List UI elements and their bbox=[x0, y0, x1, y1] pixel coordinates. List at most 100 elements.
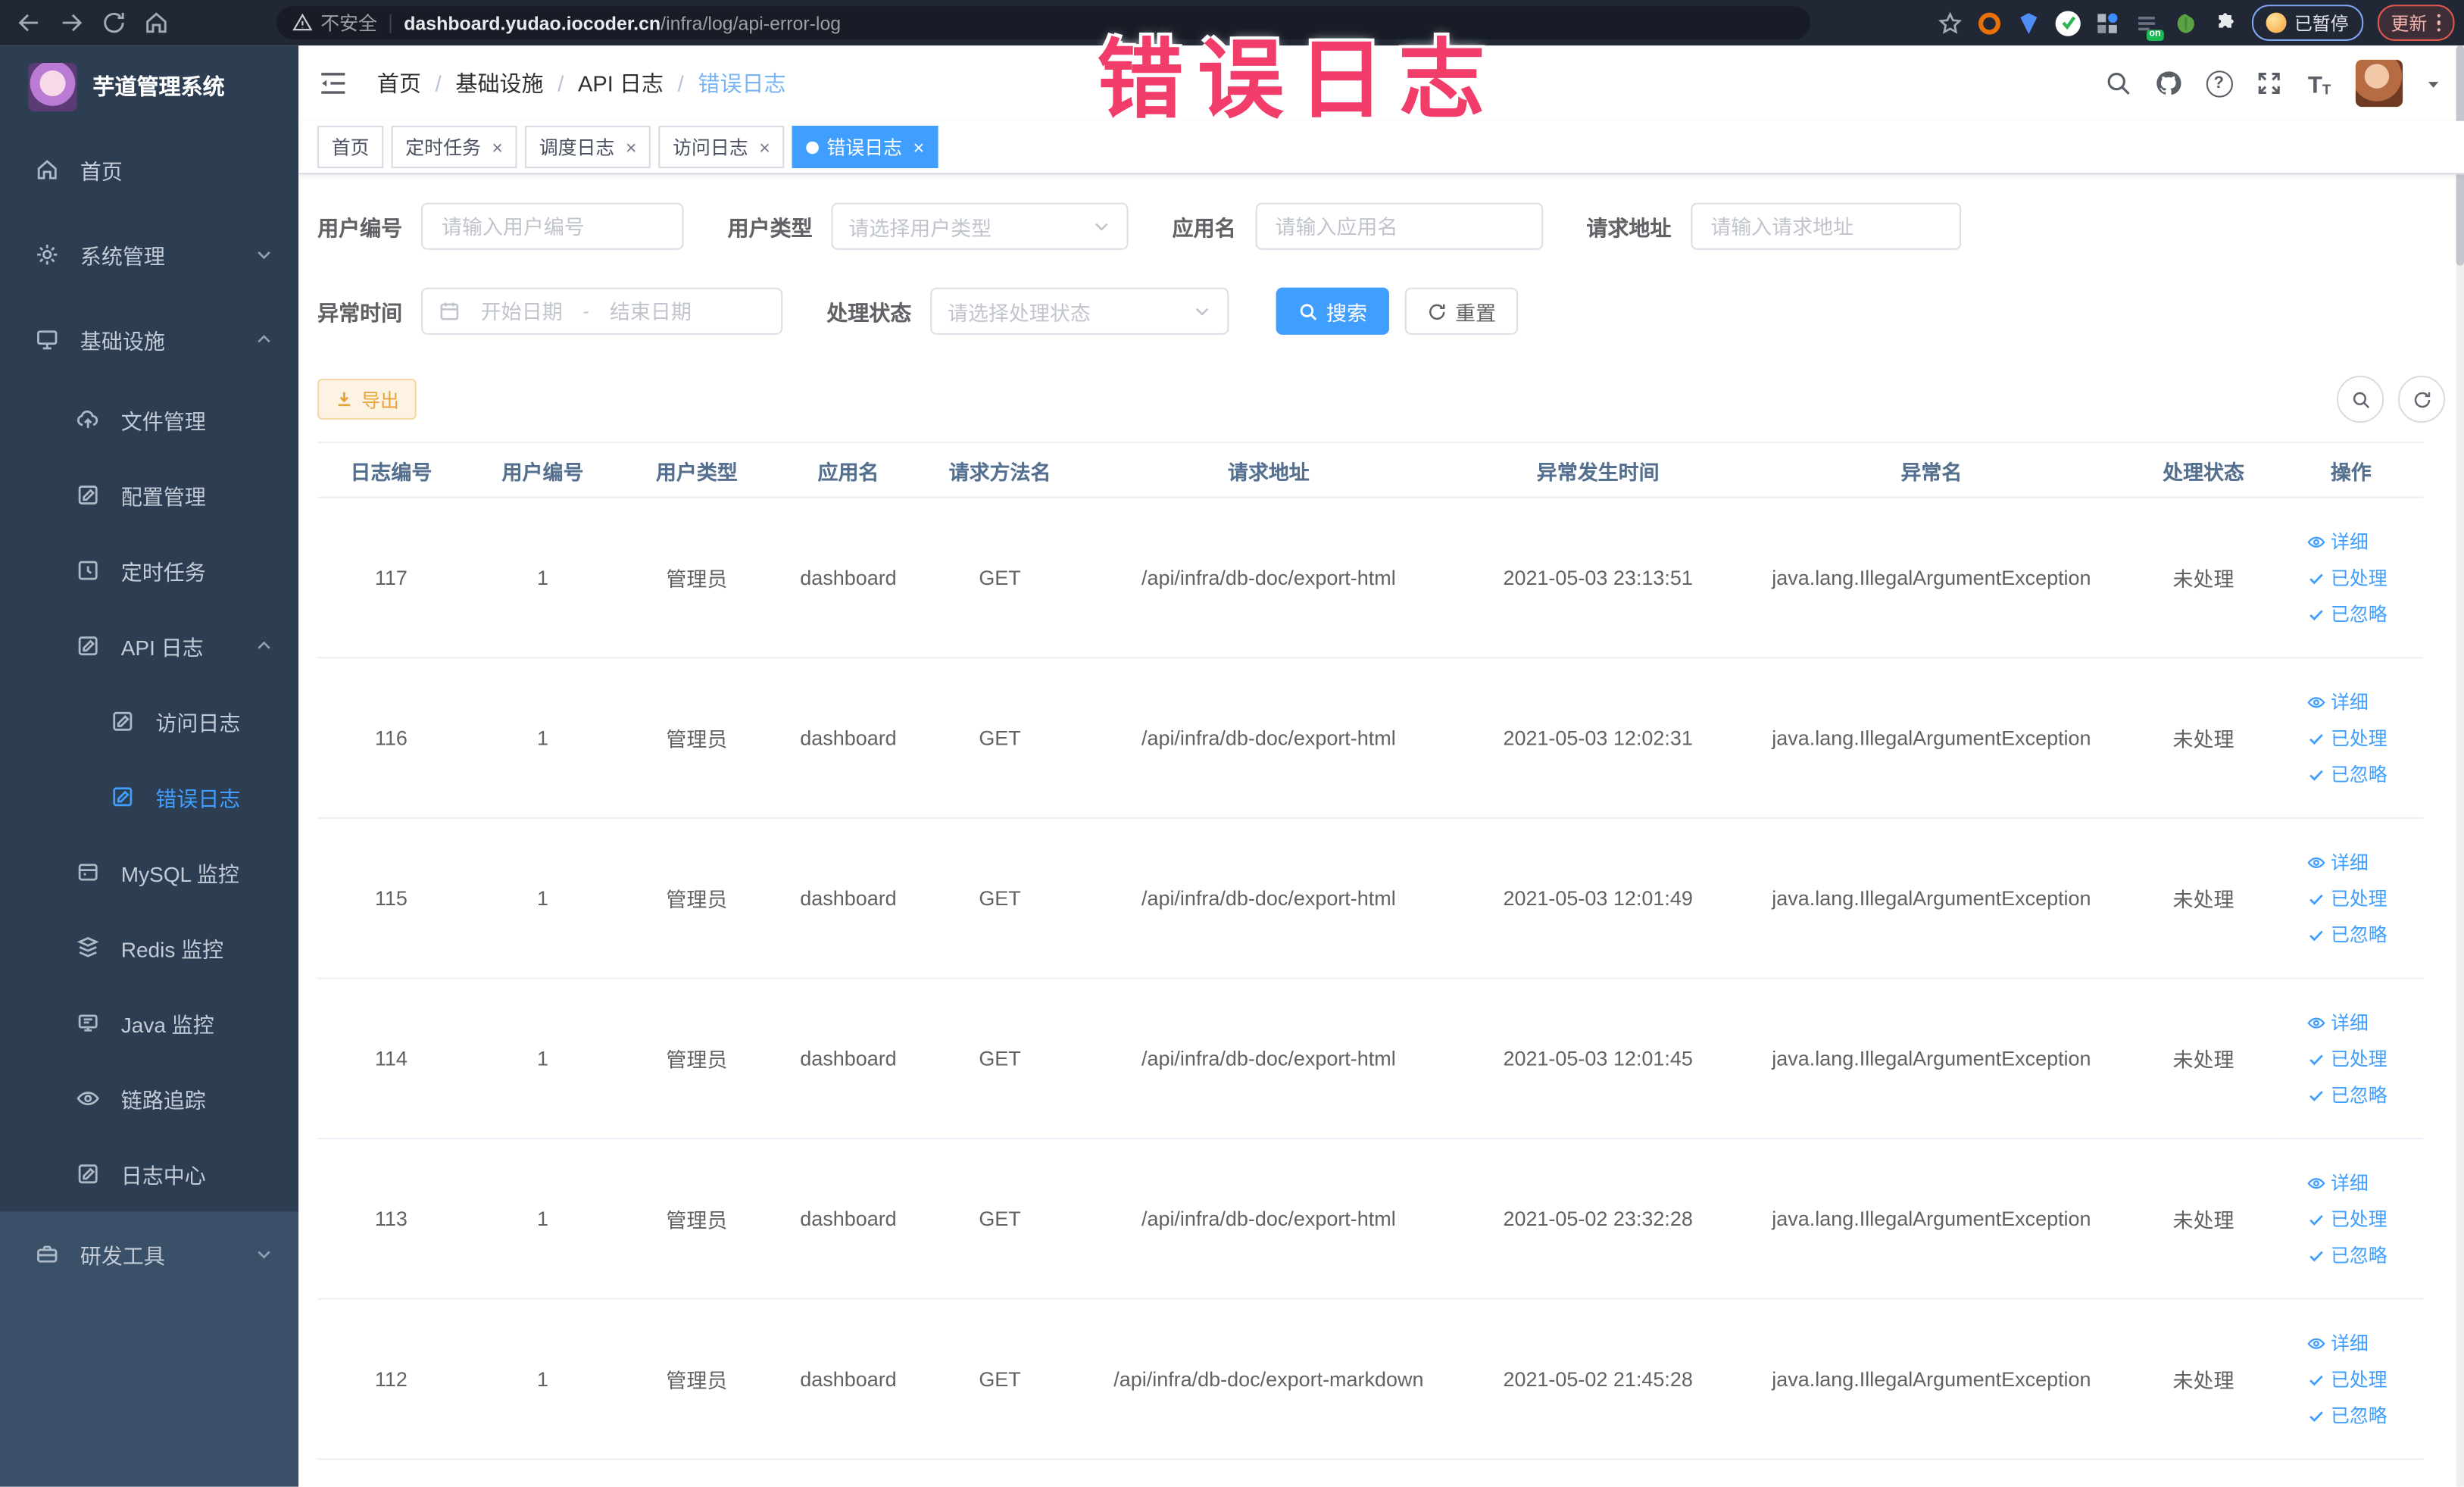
extensions-puzzle-icon[interactable] bbox=[2213, 10, 2238, 35]
reset-button[interactable]: 重置 bbox=[1404, 287, 1519, 335]
breadcrumb-api-log[interactable]: API 日志 bbox=[578, 67, 664, 98]
help-icon[interactable]: ? bbox=[2205, 69, 2233, 97]
sidebar-item-error-log[interactable]: 错误日志 bbox=[0, 759, 298, 835]
mark-ignored-link[interactable]: 已忽略 bbox=[2307, 921, 2387, 948]
ext-blue-shield-icon[interactable] bbox=[2016, 10, 2041, 35]
avatar[interactable] bbox=[2355, 59, 2403, 108]
sidebar-collapse-icon[interactable] bbox=[317, 67, 348, 98]
detail-link[interactable]: 详细 bbox=[2307, 1009, 2369, 1036]
sidebar-item-access-log[interactable]: 访问日志 bbox=[0, 683, 298, 759]
reload-icon[interactable] bbox=[101, 9, 127, 36]
mark-ignored-link[interactable]: 已忽略 bbox=[2307, 1402, 2387, 1429]
detail-link[interactable]: 详细 bbox=[2307, 1170, 2369, 1196]
paused-extension-badge[interactable]: 已暂停 bbox=[2251, 5, 2363, 41]
process-status-select[interactable]: 请选择处理状态 bbox=[930, 287, 1229, 335]
breadcrumb-infrastructure[interactable]: 基础设施 bbox=[455, 67, 543, 98]
user-id-input[interactable] bbox=[420, 202, 684, 250]
back-icon[interactable] bbox=[16, 9, 42, 36]
error-log-table: 日志编号 用户编号 用户类型 应用名 请求方法名 请求地址 异常发生时间 异常名… bbox=[317, 441, 2424, 1460]
chrome-update-button[interactable]: 更新 bbox=[2376, 5, 2455, 41]
cell-log-id: 112 bbox=[317, 1298, 465, 1460]
browser-menu-icon[interactable] bbox=[2436, 14, 2441, 33]
ext-orange-ring-icon[interactable] bbox=[1977, 10, 2002, 35]
sidebar-item-system-mgmt[interactable]: 系统管理 bbox=[0, 212, 298, 297]
mark-ignored-link[interactable]: 已忽略 bbox=[2307, 1242, 2387, 1268]
calendar-icon bbox=[440, 302, 459, 320]
cell-method: GET bbox=[923, 497, 1076, 659]
sidebar-item-config-mgmt[interactable]: 配置管理 bbox=[0, 458, 298, 533]
sidebar-item-home[interactable]: 首页 bbox=[0, 127, 298, 212]
chevron-down-icon bbox=[258, 1251, 270, 1259]
cell-exception-time: 2021-05-03 23:13:51 bbox=[1461, 497, 1735, 659]
mark-processed-link[interactable]: 已处理 bbox=[2307, 724, 2387, 751]
cell-status: 未处理 bbox=[2128, 658, 2279, 819]
forward-icon[interactable] bbox=[58, 9, 85, 36]
detail-link[interactable]: 详细 bbox=[2307, 1329, 2369, 1356]
close-icon[interactable]: × bbox=[626, 136, 637, 158]
tab-scheduled-jobs[interactable]: 定时任务 × bbox=[391, 125, 517, 168]
mark-ignored-link[interactable]: 已忽略 bbox=[2307, 601, 2387, 627]
exception-time-range-picker[interactable]: - bbox=[420, 287, 783, 335]
sidebar-item-trace[interactable]: 链路追踪 bbox=[0, 1061, 298, 1136]
mark-processed-link[interactable]: 已处理 bbox=[2307, 885, 2387, 911]
search-icon[interactable] bbox=[2104, 69, 2132, 97]
font-size-icon[interactable]: TT bbox=[2305, 69, 2333, 98]
user-type-select[interactable]: 请选择用户类型 bbox=[831, 202, 1129, 250]
ext-grid-icon[interactable] bbox=[2094, 10, 2119, 35]
tab-home[interactable]: 首页 bbox=[317, 125, 384, 168]
bookmark-star-icon[interactable] bbox=[1938, 10, 1963, 35]
detail-link[interactable]: 详细 bbox=[2307, 528, 2369, 555]
fullscreen-icon[interactable] bbox=[2255, 69, 2283, 97]
mark-processed-link[interactable]: 已处理 bbox=[2307, 1205, 2387, 1232]
sidebar-item-redis-monitor[interactable]: Redis 监控 bbox=[0, 910, 298, 986]
ext-leaf-icon[interactable] bbox=[2173, 10, 2198, 35]
home-icon[interactable] bbox=[143, 9, 170, 36]
sidebar-item-log-center[interactable]: 日志中心 bbox=[0, 1136, 298, 1212]
sidebar-item-scheduled-jobs[interactable]: 定时任务 bbox=[0, 533, 298, 608]
breadcrumb: 首页 / 基础设施 / API 日志 / 错误日志 bbox=[377, 67, 786, 98]
ext-green-check-icon[interactable] bbox=[2055, 10, 2081, 36]
toggle-search-button[interactable] bbox=[2336, 375, 2384, 423]
mark-ignored-link[interactable]: 已忽略 bbox=[2307, 761, 2387, 787]
filter-row-2: 异常时间 - 处理状态 请选择处理状态 bbox=[317, 287, 2445, 335]
table-row: 114 1 管理员 dashboard GET /api/infra/db-do… bbox=[317, 978, 2424, 1140]
cell-app-name: dashboard bbox=[773, 1139, 924, 1300]
sidebar-item-mysql-monitor[interactable]: MySQL 监控 bbox=[0, 835, 298, 911]
mark-processed-link[interactable]: 已处理 bbox=[2307, 1045, 2387, 1072]
sidebar-item-java-monitor[interactable]: Java 监控 bbox=[0, 986, 298, 1061]
sidebar-item-api-log[interactable]: API 日志 bbox=[0, 608, 298, 684]
table-row: 115 1 管理员 dashboard GET /api/infra/db-do… bbox=[317, 817, 2424, 979]
sidebar-item-dev-tools[interactable]: 研发工具 bbox=[0, 1212, 298, 1297]
export-button[interactable]: 导出 bbox=[317, 378, 417, 420]
mark-processed-link[interactable]: 已处理 bbox=[2307, 1366, 2387, 1392]
app-logo-row[interactable]: 芋道管理系统 bbox=[0, 45, 298, 127]
check-icon bbox=[2309, 1214, 2324, 1225]
detail-link[interactable]: 详细 bbox=[2307, 848, 2369, 875]
detail-link[interactable]: 详细 bbox=[2307, 689, 2369, 715]
sidebar-item-infrastructure[interactable]: 基础设施 bbox=[0, 297, 298, 382]
active-tab-dot bbox=[806, 140, 820, 154]
app-header: 首页 / 基础设施 / API 日志 / 错误日志 ? TT bbox=[298, 45, 2464, 121]
mark-processed-link[interactable]: 已处理 bbox=[2307, 564, 2387, 591]
address-bar[interactable]: 不安全 dashboard.yudao.iocoder.cn /infra/lo… bbox=[276, 6, 1810, 39]
tab-schedule-log[interactable]: 调度日志 × bbox=[525, 125, 651, 168]
mark-ignored-link[interactable]: 已忽略 bbox=[2307, 1081, 2387, 1107]
breadcrumb-home[interactable]: 首页 bbox=[377, 67, 421, 98]
caret-down-icon[interactable] bbox=[2425, 75, 2442, 92]
log-doc-icon bbox=[78, 636, 98, 656]
sidebar-item-file-mgmt[interactable]: 文件管理 bbox=[0, 382, 298, 458]
cell-method: GET bbox=[923, 1298, 1076, 1460]
app-name-input[interactable] bbox=[1254, 202, 1543, 250]
search-button[interactable]: 搜索 bbox=[1276, 287, 1389, 335]
close-icon[interactable]: × bbox=[913, 136, 925, 158]
close-icon[interactable]: × bbox=[492, 136, 503, 158]
tab-access-log[interactable]: 访问日志 × bbox=[658, 125, 785, 168]
tab-error-log[interactable]: 错误日志 × bbox=[792, 125, 938, 168]
github-icon[interactable] bbox=[2154, 69, 2182, 97]
request-url-input[interactable] bbox=[1690, 202, 1961, 250]
refresh-table-button[interactable] bbox=[2397, 375, 2446, 423]
exception-time-label: 异常时间 bbox=[317, 301, 403, 326]
ext-on-badge-icon[interactable]: on bbox=[2134, 10, 2164, 40]
cell-exception-name: java.lang.IllegalArgumentException bbox=[1735, 978, 2128, 1140]
close-icon[interactable]: × bbox=[759, 136, 770, 158]
